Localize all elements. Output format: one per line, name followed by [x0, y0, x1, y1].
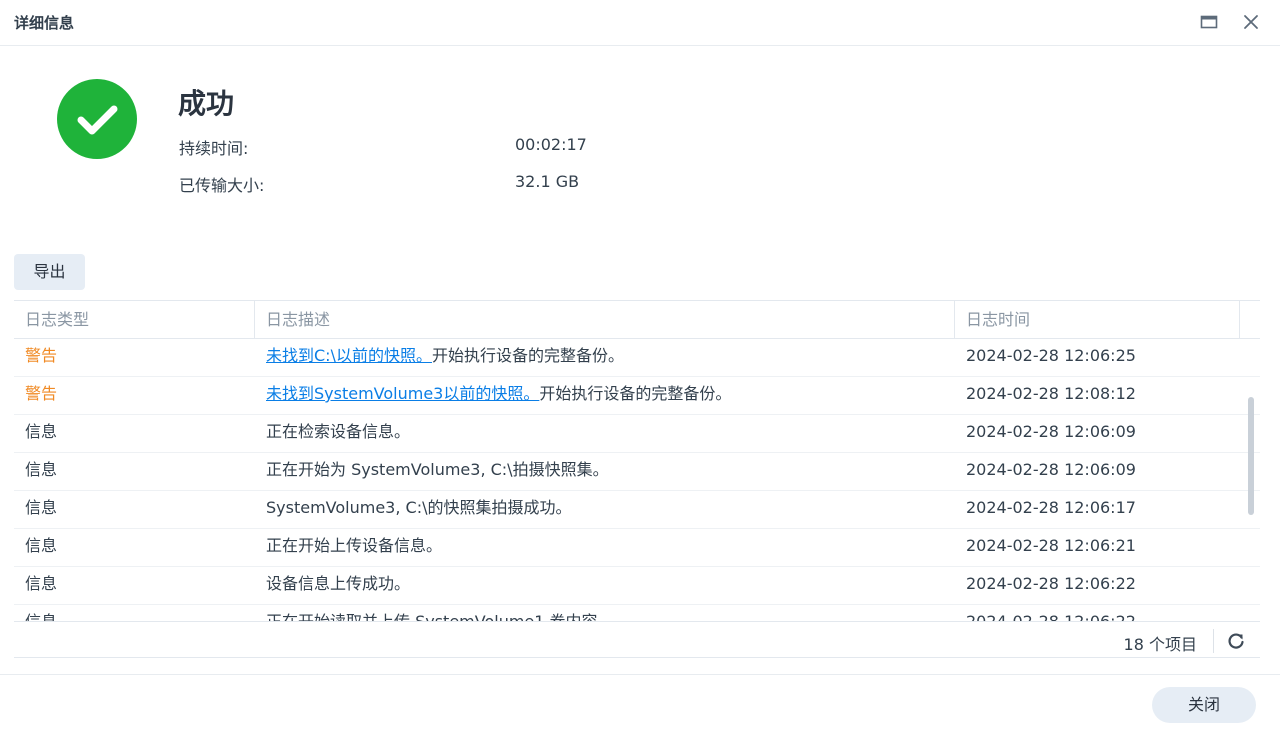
maximize-icon[interactable] — [1198, 11, 1220, 33]
transferred-label: 已传输大小: — [179, 176, 265, 195]
log-table-body: 警告 未找到C:\以前的快照。开始执行设备的完整备份。 2024-02-28 1… — [14, 339, 1260, 621]
export-button[interactable]: 导出 — [14, 254, 85, 290]
window-title: 详细信息 — [14, 14, 75, 32]
backup-summary: 成功 持续时间: 00:02:17 已传输大小: 32.1 GB — [0, 46, 1280, 246]
log-description-cell: 正在开始读取并上传 SystemVolume1 卷内容。 — [255, 605, 955, 621]
table-row[interactable]: 信息 正在开始为 SystemVolume3, C:\拍摄快照集。 2024-0… — [14, 453, 1260, 491]
column-header-type[interactable]: 日志类型 — [14, 301, 255, 339]
table-row[interactable]: 警告 未找到C:\以前的快照。开始执行设备的完整备份。 2024-02-28 1… — [14, 339, 1260, 377]
refresh-icon[interactable] — [1225, 630, 1247, 652]
log-description-cell: 正在检索设备信息。 — [266, 422, 411, 441]
log-time-cell: 2024-02-28 12:06:21 — [966, 536, 1136, 555]
table-row[interactable]: 信息 正在开始读取并上传 SystemVolume1 卷内容。 2024-02-… — [14, 605, 1260, 621]
log-description-cell: SystemVolume3, C:\的快照集拍摄成功。 — [266, 498, 572, 517]
log-type-cell: 信息 — [25, 460, 58, 479]
column-header-description[interactable]: 日志描述 — [255, 301, 955, 339]
log-description-cell: 正在开始为 SystemVolume3, C:\拍摄快照集。 — [266, 460, 609, 479]
log-description-cell: 设备信息上传成功。 — [266, 574, 411, 593]
transferred-value: 32.1 GB — [515, 172, 580, 191]
window-titlebar: 详细信息 — [0, 0, 1280, 46]
log-time-cell: 2024-02-28 12:06:22 — [966, 574, 1136, 593]
footer-divider — [0, 674, 1280, 675]
log-description-cell: 未找到SystemVolume3以前的快照。开始执行设备的完整备份。 — [255, 377, 955, 415]
log-time-cell: 2024-02-28 12:06:25 — [966, 346, 1136, 365]
table-scrollbar[interactable] — [1248, 397, 1254, 515]
duration-label: 持续时间: — [179, 139, 249, 158]
log-type-cell: 信息 — [25, 498, 58, 517]
log-type-cell: 信息 — [25, 574, 58, 593]
snapshot-link[interactable]: 未找到SystemVolume3以前的快照。 — [266, 384, 539, 403]
table-row[interactable]: 信息 正在开始上传设备信息。 2024-02-28 12:06:21 — [14, 529, 1260, 567]
close-button[interactable]: 关闭 — [1152, 687, 1256, 723]
log-description-cell: 未找到C:\以前的快照。开始执行设备的完整备份。 — [255, 339, 955, 377]
table-row[interactable]: 信息 设备信息上传成功。 2024-02-28 12:06:22 — [14, 567, 1260, 605]
check-circle-icon — [57, 79, 137, 159]
table-row[interactable]: 信息 SystemVolume3, C:\的快照集拍摄成功。 2024-02-2… — [14, 491, 1260, 529]
log-time-cell: 2024-02-28 12:06:17 — [966, 498, 1136, 517]
log-type-cell: 警告 — [25, 384, 58, 403]
log-type-cell: 警告 — [25, 346, 58, 365]
log-table-footer: 18 个项目 — [14, 621, 1260, 659]
log-type-cell: 信息 — [14, 605, 255, 621]
status-title: 成功 — [178, 87, 235, 120]
log-time-cell: 2024-02-28 12:06:09 — [966, 460, 1136, 479]
log-description-cell: 正在开始上传设备信息。 — [266, 536, 443, 555]
log-table: 日志类型 日志描述 日志时间 警告 未找到C:\以前的快照。开始执行设备的完整备… — [14, 300, 1260, 658]
log-description-text: 开始执行设备的完整备份。 — [431, 346, 624, 365]
column-header-time[interactable]: 日志时间 — [955, 301, 1240, 339]
snapshot-link[interactable]: 未找到C:\以前的快照。 — [266, 346, 432, 365]
duration-value: 00:02:17 — [515, 135, 587, 154]
table-row[interactable]: 信息 正在检索设备信息。 2024-02-28 12:06:09 — [14, 415, 1260, 453]
log-type-cell: 信息 — [25, 536, 58, 555]
log-time-cell: 2024-02-28 12:06:09 — [966, 422, 1136, 441]
close-icon[interactable] — [1240, 11, 1262, 33]
log-description-text: 开始执行设备的完整备份。 — [539, 384, 732, 403]
log-table-header: 日志类型 日志描述 日志时间 — [14, 301, 1260, 339]
table-row[interactable]: 警告 未找到SystemVolume3以前的快照。开始执行设备的完整备份。 20… — [14, 377, 1260, 415]
footer-divider — [1213, 629, 1214, 653]
log-time-cell: 2024-02-28 12:06:22 — [955, 605, 1235, 621]
log-type-cell: 信息 — [25, 422, 58, 441]
log-time-cell: 2024-02-28 12:08:12 — [966, 384, 1136, 403]
item-count: 18 个项目 — [1123, 635, 1197, 654]
